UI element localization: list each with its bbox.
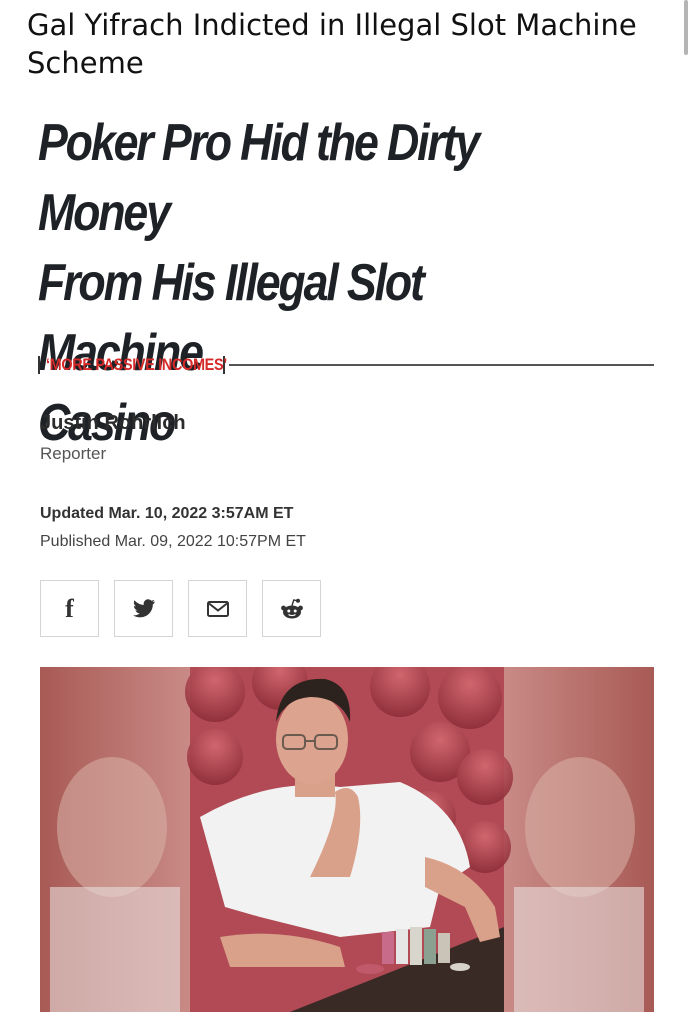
article-headline: Poker Pro Hid the Dirty Money From His I… xyxy=(38,108,580,458)
published-timestamp: Published Mar. 09, 2022 10:57PM ET xyxy=(40,533,306,550)
poker-player-photo xyxy=(40,667,654,1012)
share-twitter-button[interactable] xyxy=(114,580,173,637)
author-name[interactable]: Justin Rohrlich xyxy=(40,412,186,435)
rubric: ‘MORE PASSIVE INCOMES’ xyxy=(38,352,654,378)
twitter-icon xyxy=(132,598,155,617)
email-icon xyxy=(206,600,229,617)
article-photo[interactable] xyxy=(40,667,654,1012)
rubric-bar xyxy=(38,356,40,374)
post-caption: Gal Yifrach Indicted in Illegal Slot Mac… xyxy=(27,8,637,80)
reddit-icon xyxy=(280,598,303,618)
facebook-icon: f xyxy=(65,593,74,623)
share-facebook-button[interactable]: f xyxy=(40,580,99,637)
share-reddit-button[interactable] xyxy=(262,580,321,637)
author-role: Reporter xyxy=(40,444,107,463)
share-email-button[interactable] xyxy=(188,580,247,637)
headline-line: Poker Pro Hid the Dirty Money xyxy=(38,114,480,242)
scrollbar[interactable] xyxy=(684,0,688,55)
rubric-label[interactable]: ‘MORE PASSIVE INCOMES’ xyxy=(46,355,227,375)
rubric-divider xyxy=(228,364,654,366)
updated-timestamp: Updated Mar. 10, 2022 3:57AM ET xyxy=(40,505,294,522)
share-bar: f xyxy=(40,580,321,637)
